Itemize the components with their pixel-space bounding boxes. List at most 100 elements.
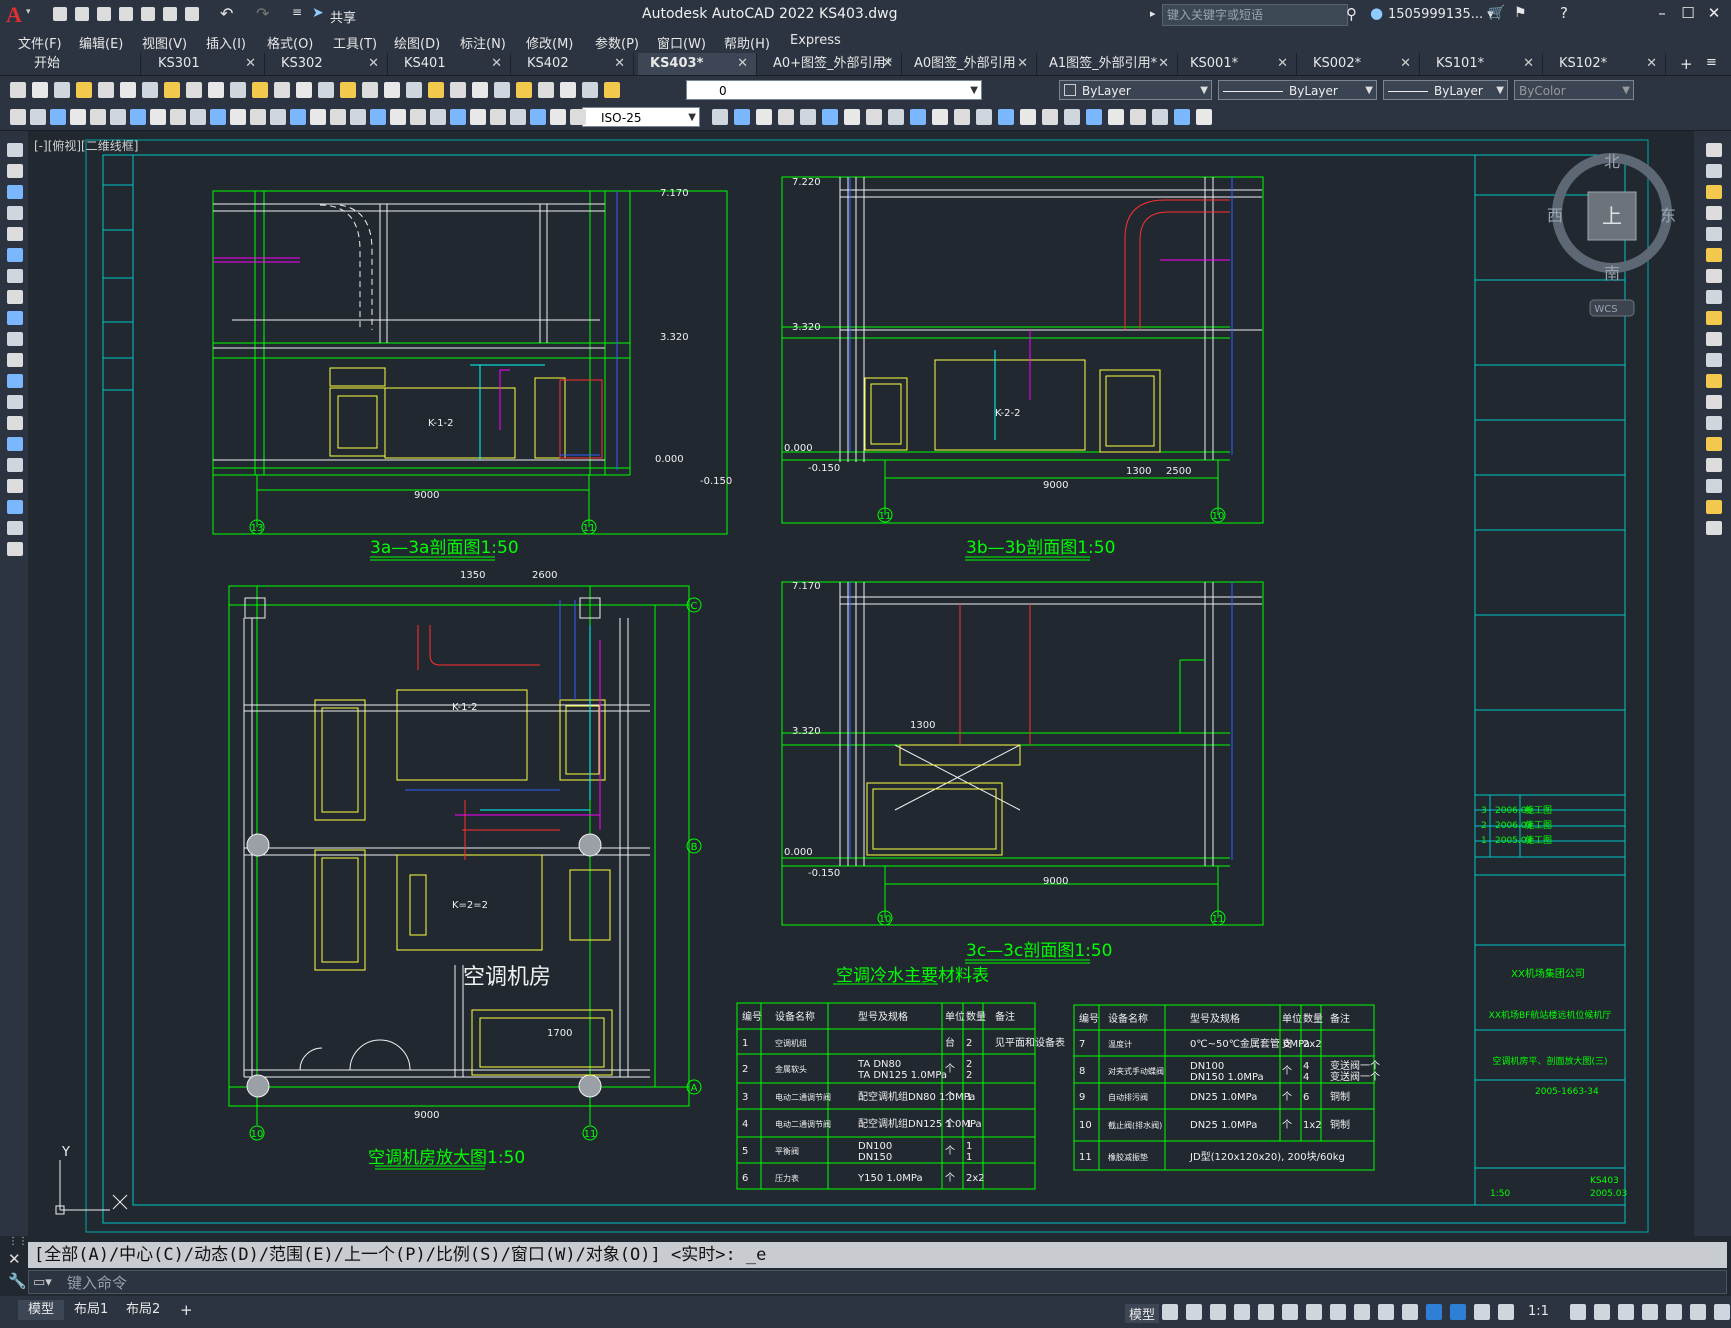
dimension-tool-icon[interactable] (888, 109, 904, 125)
tab-ks302[interactable]: KS302 ✕ (269, 53, 388, 75)
modify-tool-icon[interactable] (1706, 311, 1722, 325)
menu-draw[interactable]: 绘图(D) (394, 33, 440, 52)
drawing-canvas[interactable]: 3a—3a剖面图1:50 3b—3b剖面图1:50 3c—3c剖面图1:50 空… (28, 131, 1694, 1236)
modify-tool-icon[interactable] (1706, 143, 1722, 157)
standard-tool-icon[interactable] (428, 82, 444, 98)
layout-tab-2[interactable]: 布局2 (116, 1300, 170, 1320)
menu-view[interactable]: 视图(V) (142, 33, 187, 52)
dimension-tool-icon[interactable] (290, 109, 306, 125)
dimension-tool-icon[interactable] (170, 109, 186, 125)
dimension-tool-icon[interactable] (90, 109, 106, 125)
dimension-tool-icon[interactable] (50, 109, 66, 125)
standard-tool-icon[interactable] (494, 82, 510, 98)
dimension-tool-icon[interactable] (932, 109, 948, 125)
autodesk-a360-icon[interactable]: ⚑ (1514, 5, 1527, 21)
standard-tool-icon[interactable] (186, 82, 202, 98)
maximize-icon[interactable]: ☐ (1676, 4, 1700, 26)
draw-tool-icon[interactable] (7, 248, 23, 262)
tab-close-icon[interactable]: ✕ (1523, 53, 1534, 75)
linetype-dropdown[interactable]: ByLayer ▼ (1218, 80, 1377, 100)
minimize-icon[interactable]: – (1650, 4, 1674, 26)
app-menu-chevron-icon[interactable]: ▾ (26, 7, 31, 17)
draw-tool-icon[interactable] (7, 206, 23, 220)
draw-tool-icon[interactable] (7, 185, 23, 199)
tab-close-icon[interactable]: ✕ (368, 53, 379, 75)
modify-tool-icon[interactable] (1706, 353, 1722, 367)
share-icon[interactable]: ➤ (312, 5, 324, 21)
layout-tab-model[interactable]: 模型 (18, 1300, 65, 1320)
draw-tool-icon[interactable] (7, 437, 23, 451)
dimension-tool-icon[interactable] (1152, 109, 1168, 125)
dimension-tool-icon[interactable] (110, 109, 126, 125)
save-as-icon[interactable] (118, 6, 136, 22)
tab-close-icon[interactable]: ✕ (1400, 53, 1411, 75)
tab-ks402[interactable]: KS402 ✕ (515, 53, 634, 75)
status-toggle-icon[interactable] (1258, 1304, 1274, 1320)
status-toggle-icon[interactable] (1354, 1304, 1370, 1320)
dimension-tool-icon[interactable] (470, 109, 486, 125)
standard-tool-icon[interactable] (230, 82, 246, 98)
standard-tool-icon[interactable] (472, 82, 488, 98)
draw-tool-icon[interactable] (7, 521, 23, 535)
dimension-tool-icon[interactable] (210, 109, 226, 125)
dimension-tool-icon[interactable] (1108, 109, 1124, 125)
new-tab-icon[interactable]: + (1680, 55, 1693, 73)
draw-tool-icon[interactable] (7, 416, 23, 430)
standard-tool-icon[interactable] (252, 82, 268, 98)
dimension-tool-icon[interactable] (70, 109, 86, 125)
cmd-grip-icon[interactable]: ⋮⋮ (8, 1236, 28, 1247)
dimension-tool-icon[interactable] (800, 109, 816, 125)
dimension-tool-icon[interactable] (998, 109, 1014, 125)
new-icon[interactable] (52, 6, 70, 22)
share-button[interactable]: 共享 (330, 7, 356, 26)
modify-tool-icon[interactable] (1706, 227, 1722, 241)
autocad-logo-icon[interactable]: A (6, 2, 22, 28)
modify-tool-icon[interactable] (1706, 521, 1722, 535)
standard-tool-icon[interactable] (10, 82, 26, 98)
modify-tool-icon[interactable] (1706, 500, 1722, 514)
dimension-tool-icon[interactable] (490, 109, 506, 125)
standard-tool-icon[interactable] (384, 82, 400, 98)
dimension-tool-icon[interactable] (150, 109, 166, 125)
tab-ks401[interactable]: KS401 ✕ (392, 53, 511, 75)
redo-icon[interactable]: ↷ (256, 4, 269, 23)
dimension-tool-icon[interactable] (230, 109, 246, 125)
modify-tool-icon[interactable] (1706, 416, 1722, 430)
standard-tool-icon[interactable] (274, 82, 290, 98)
draw-tool-icon[interactable] (7, 458, 23, 472)
standard-tool-icon[interactable] (582, 82, 598, 98)
status-toggle-icon[interactable] (1306, 1304, 1322, 1320)
dimension-tool-icon[interactable] (1042, 109, 1058, 125)
dimension-tool-icon[interactable] (844, 109, 860, 125)
modify-tool-icon[interactable] (1706, 248, 1722, 262)
tab-ks001[interactable]: KS001* ✕ (1178, 53, 1297, 75)
tab-close-icon[interactable]: ✕ (1158, 53, 1169, 75)
undo-icon[interactable]: ↶ (220, 4, 233, 23)
modify-tool-icon[interactable] (1706, 374, 1722, 388)
dimension-tool-icon[interactable] (30, 109, 46, 125)
draw-tool-icon[interactable] (7, 353, 23, 367)
search-expand-icon[interactable]: ▸ (1150, 7, 1156, 20)
status-toggle-icon[interactable] (1282, 1304, 1298, 1320)
status-toggle-icon[interactable] (1186, 1304, 1202, 1320)
status-toggle-icon[interactable] (1378, 1304, 1394, 1320)
dimension-tool-icon[interactable] (1086, 109, 1102, 125)
color-dropdown[interactable]: ByLayer ▼ (1059, 80, 1212, 100)
cmd-customize-icon[interactable]: 🔧 (8, 1272, 27, 1290)
viewcube-north[interactable]: 北 (1604, 152, 1620, 171)
dimension-tool-icon[interactable] (1020, 109, 1036, 125)
layout-tab-1[interactable]: 布局1 (64, 1300, 118, 1320)
standard-tool-icon[interactable] (538, 82, 554, 98)
user-name[interactable]: 1505999135... ▾ (1388, 7, 1494, 22)
status-toggle-icon[interactable] (1690, 1304, 1706, 1320)
command-input[interactable]: ▭▾ 键入命令 (28, 1270, 1727, 1294)
tab-ks403[interactable]: KS403* ✕ (638, 53, 757, 75)
draw-tool-icon[interactable] (7, 164, 23, 178)
plot-icon[interactable] (184, 6, 202, 22)
dimension-tool-icon[interactable] (330, 109, 346, 125)
command-prompt-icon[interactable]: ▭▾ (33, 1271, 52, 1295)
dimension-tool-icon[interactable] (976, 109, 992, 125)
menu-file[interactable]: 文件(F) (18, 33, 62, 52)
modify-tool-icon[interactable] (1706, 269, 1722, 283)
standard-tool-icon[interactable] (98, 82, 114, 98)
